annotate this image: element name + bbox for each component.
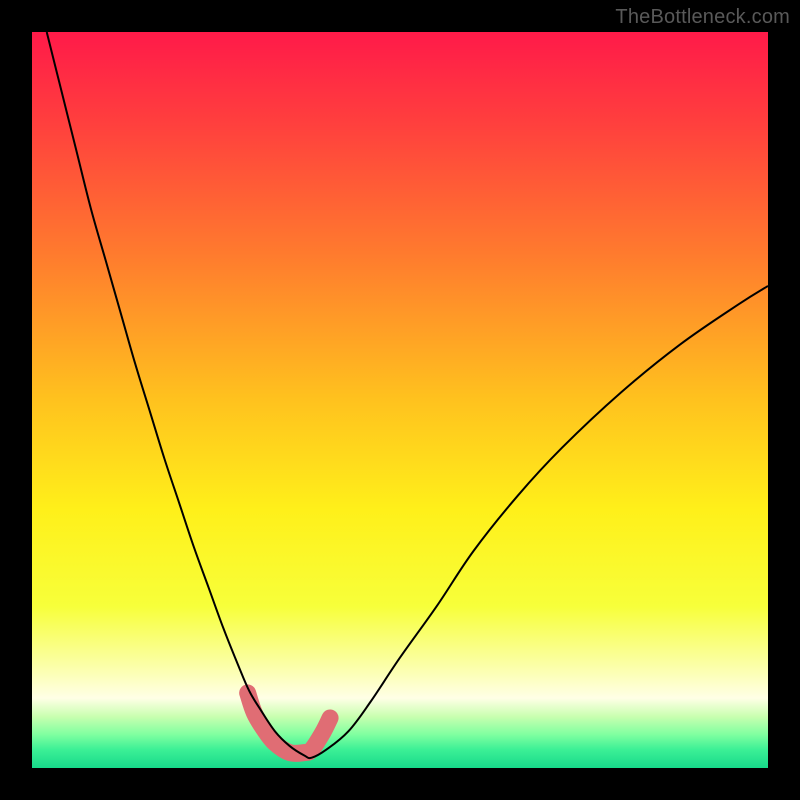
watermark-text: TheBottleneck.com [615,6,790,29]
background-gradient [32,32,768,768]
chart-frame: TheBottleneck.com [0,0,800,800]
plot-area [32,32,768,768]
